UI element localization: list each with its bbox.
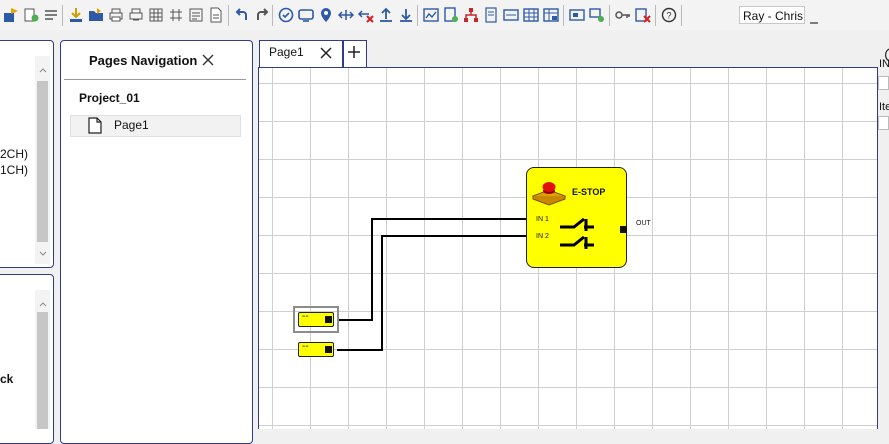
input-block[interactable]: -- <box>298 311 334 327</box>
page-icon <box>88 117 102 134</box>
output-pin-label: OUT <box>636 220 651 227</box>
tab-label: Page1 <box>269 45 304 59</box>
monitor-icon[interactable] <box>298 7 314 23</box>
input-pin-label: IN 1 <box>536 216 549 223</box>
scroll-up-icon[interactable] <box>36 63 50 77</box>
left-panel-item[interactable]: 1CH) <box>0 163 28 177</box>
plus-icon[interactable] <box>347 45 361 59</box>
help-icon[interactable]: ? <box>661 7 677 23</box>
properties-icon[interactable] <box>23 7 39 23</box>
right-panel-field[interactable] <box>878 76 889 90</box>
import-icon[interactable] <box>3 7 19 23</box>
svg-text:?: ? <box>666 11 671 21</box>
emergency-stop-icon <box>531 182 567 206</box>
connect-icon[interactable] <box>338 7 354 23</box>
output-port[interactable] <box>325 346 332 353</box>
lines-icon[interactable] <box>43 7 59 23</box>
chart-icon[interactable] <box>423 7 439 23</box>
scroll-down-icon[interactable] <box>36 247 50 261</box>
report-icon[interactable] <box>443 7 459 23</box>
close-icon[interactable] <box>319 46 333 60</box>
route-icon[interactable] <box>589 7 605 23</box>
undo-icon[interactable] <box>234 7 250 23</box>
block-title: E-STOP <box>572 187 606 197</box>
list-icon[interactable] <box>188 7 204 23</box>
device-icon[interactable] <box>569 7 585 23</box>
left-panel-top-scroll-thumb[interactable] <box>37 81 48 242</box>
contact-switch-icon <box>560 217 594 249</box>
project-name[interactable]: Project_01 <box>79 91 140 105</box>
hash-grid-icon[interactable] <box>168 7 184 23</box>
input-block[interactable]: -- <box>298 341 334 357</box>
left-panel-item[interactable]: ck <box>0 372 13 386</box>
user-selector[interactable]: Ray - Chris <box>739 6 805 24</box>
left-panel-bottom-scroll-thumb[interactable] <box>37 312 48 429</box>
print-preview-icon[interactable] <box>128 7 144 23</box>
chevron-down-icon[interactable] <box>810 14 818 24</box>
clear-icon[interactable] <box>635 7 651 23</box>
right-panel-text: IN <box>879 58 889 70</box>
disconnect-icon[interactable] <box>358 7 374 23</box>
close-icon[interactable] <box>200 52 216 68</box>
print-icon[interactable] <box>108 7 124 23</box>
validate-icon[interactable] <box>278 7 294 23</box>
key-icon[interactable] <box>615 7 631 23</box>
save-icon[interactable] <box>68 7 84 23</box>
document-icon[interactable] <box>208 7 224 23</box>
location-icon[interactable] <box>318 7 334 23</box>
network-icon[interactable] <box>463 7 479 23</box>
right-panel-field[interactable] <box>878 116 889 130</box>
download-icon[interactable] <box>398 7 414 23</box>
divider <box>64 79 246 80</box>
grid-icon[interactable] <box>148 7 164 23</box>
table-edit-icon[interactable] <box>543 7 559 23</box>
redo-icon[interactable] <box>254 7 270 23</box>
output-port[interactable] <box>325 316 332 323</box>
panel-title: Pages Navigation <box>89 53 198 68</box>
screen-icon[interactable] <box>503 7 519 23</box>
right-panel-text: Ite <box>879 101 889 113</box>
open-folder-icon[interactable] <box>88 7 104 23</box>
table-icon[interactable] <box>523 7 539 23</box>
left-panel-item[interactable]: 2CH) <box>0 147 28 161</box>
scroll-up-icon[interactable] <box>36 297 50 311</box>
upload-icon[interactable] <box>378 7 394 23</box>
page-list-label: Page1 <box>114 118 149 132</box>
input-pin-label: IN 2 <box>536 233 549 240</box>
page-icon[interactable] <box>483 7 499 23</box>
output-port[interactable] <box>620 226 627 233</box>
